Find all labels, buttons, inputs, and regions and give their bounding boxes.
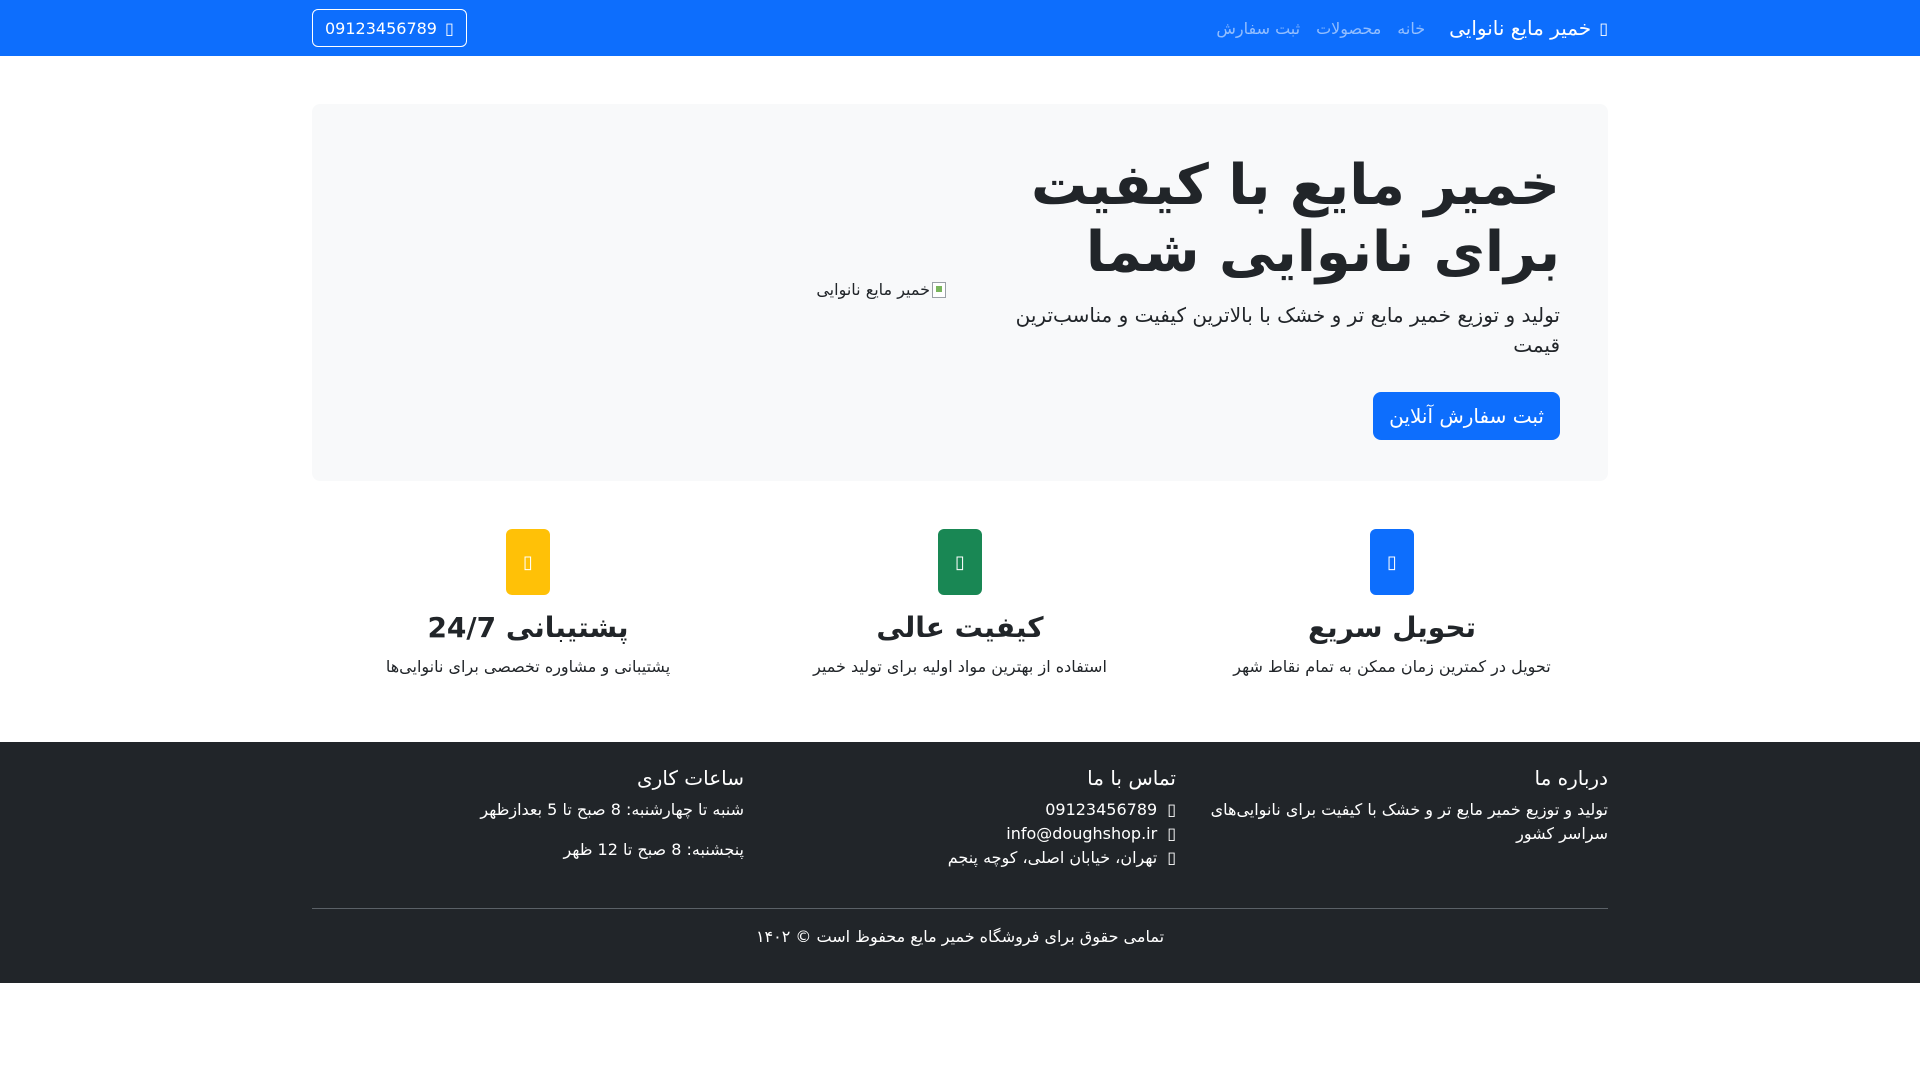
feature-desc: تحویل در کمترین زمان ممکن به تمام نقاط ش… bbox=[1233, 656, 1551, 676]
shop-icon: ▯ bbox=[1599, 18, 1608, 38]
feature-item: ▯ کیفیت عالی استفاده از بهترین مواد اولی… bbox=[744, 529, 1176, 676]
hero-image-alt: خمیر مایع نانوایی bbox=[816, 280, 930, 299]
brand-link[interactable]: ▯ خمیر مایع نانوایی bbox=[1449, 16, 1608, 40]
phone-icon: ▯ bbox=[1167, 800, 1176, 819]
email-icon: ▯ bbox=[1167, 824, 1176, 843]
contact-phone[interactable]: 09123456789 bbox=[1045, 798, 1157, 822]
feature-desc: استفاده از بهترین مواد اولیه برای تولید … bbox=[813, 656, 1107, 676]
navbar: ▯ خمیر مایع نانوایی خانه محصولات ثبت سفا… bbox=[0, 0, 1920, 56]
footer-contact: تماس با ما ▯ 09123456789 ▯ info@doughsho… bbox=[744, 766, 1176, 878]
feature-item: ▯ پشتیبانی 24/7 پشتیبانی و مشاوره تخصصی … bbox=[312, 529, 744, 676]
order-online-button[interactable]: ثبت سفارش آنلاین bbox=[1373, 392, 1560, 441]
nav-links: خانه محصولات ثبت سفارش bbox=[1216, 11, 1425, 46]
footer-hours: ساعات کاری شنبه تا چهارشنبه: 8 صبح تا 5 … bbox=[312, 766, 744, 878]
feature-desc: پشتیبانی و مشاوره تخصصی برای نانوایی‌ها bbox=[385, 656, 671, 676]
features-section: ▯ تحویل سریع تحویل در کمترین زمان ممکن ب… bbox=[312, 529, 1608, 676]
phone-icon: ▯ bbox=[444, 18, 454, 38]
feature-title: تحویل سریع bbox=[1307, 611, 1477, 644]
brand-name: خمیر مایع نانوایی bbox=[1449, 16, 1592, 40]
nav-link-products[interactable]: محصولات bbox=[1316, 11, 1381, 46]
footer-about: درباره ما تولید و توزیع خمیر مایع تر و خ… bbox=[1176, 766, 1608, 878]
contact-email[interactable]: info@doughshop.ir bbox=[1006, 822, 1157, 846]
phone-button[interactable]: 09123456789 ▯ bbox=[312, 9, 467, 47]
contact-email-line: ▯ info@doughshop.ir bbox=[744, 822, 1176, 846]
headset-icon: ▯ bbox=[506, 529, 550, 595]
hero-title: خمیر مایع با کیفیت برای نانوایی شما bbox=[1000, 152, 1560, 286]
award-icon: ▯ bbox=[938, 529, 982, 595]
hero-image: خمیر مایع نانوایی bbox=[816, 280, 946, 299]
phone-number: 09123456789 bbox=[325, 18, 437, 38]
hero-text: خمیر مایع با کیفیت برای نانوایی شما تولی… bbox=[1000, 152, 1560, 441]
footer: درباره ما تولید و توزیع خمیر مایع تر و خ… bbox=[0, 742, 1920, 983]
nav-link-home[interactable]: خانه bbox=[1397, 11, 1425, 46]
hero-section: خمیر مایع با کیفیت برای نانوایی شما تولی… bbox=[312, 104, 1608, 481]
hero-title-line2: برای نانوایی شما bbox=[1085, 220, 1560, 286]
hours-line1: شنبه تا چهارشنبه: 8 صبح تا 5 بعدازظهر bbox=[480, 800, 744, 819]
copyright: تمامی حقوق برای فروشگاه خمیر مایع محفوظ … bbox=[755, 927, 1165, 946]
footer-hours-title: ساعات کاری bbox=[637, 766, 744, 790]
location-icon: ▯ bbox=[1167, 848, 1176, 867]
footer-contact-title: تماس با ما bbox=[1087, 766, 1176, 790]
hero-title-line1: خمیر مایع با کیفیت bbox=[1031, 153, 1560, 218]
feature-item: ▯ تحویل سریع تحویل در کمترین زمان ممکن ب… bbox=[1176, 529, 1608, 676]
truck-icon: ▯ bbox=[1370, 529, 1414, 595]
feature-title: پشتیبانی 24/7 bbox=[427, 611, 629, 644]
footer-about-text: تولید و توزیع خمیر مایع تر و خشک با کیفی… bbox=[1210, 800, 1608, 843]
contact-phone-line: ▯ 09123456789 bbox=[744, 798, 1176, 822]
hours-line2: پنجشنبه: 8 صبح تا 12 ظهر bbox=[563, 840, 745, 859]
contact-address-line: ▯ تهران، خیابان اصلی، کوچه پنجم bbox=[744, 846, 1176, 870]
footer-divider bbox=[312, 908, 1608, 909]
broken-image-icon bbox=[932, 281, 946, 298]
hero-lead: تولید و توزیع خمیر مایع تر و خشک با بالا… bbox=[1015, 303, 1560, 358]
contact-address: تهران، خیابان اصلی، کوچه پنجم bbox=[947, 848, 1158, 867]
feature-title: کیفیت عالی bbox=[876, 611, 1044, 644]
nav-link-order[interactable]: ثبت سفارش bbox=[1216, 11, 1300, 46]
footer-about-title: درباره ما bbox=[1534, 766, 1608, 790]
